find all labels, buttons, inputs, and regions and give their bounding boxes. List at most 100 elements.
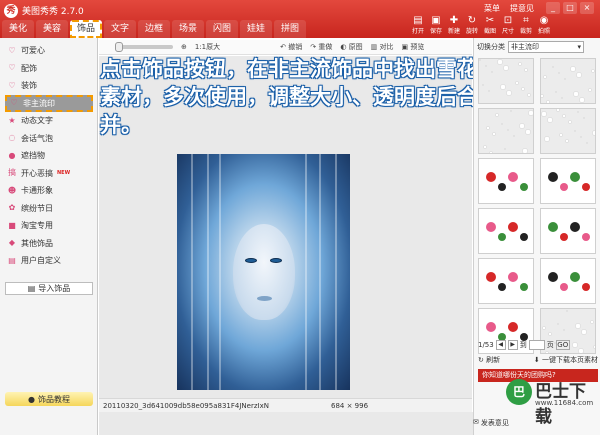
sparkle-thumb[interactable]	[540, 258, 596, 304]
page-number-input[interactable]	[528, 340, 545, 350]
feedback-link[interactable]: 提意见	[510, 3, 534, 14]
toolbar-button-2[interactable]: ✚ 新建	[446, 14, 462, 38]
image-size: 684 × 996	[331, 402, 369, 410]
prev-page-button[interactable]: ◀	[495, 340, 506, 350]
category-select-value: 非主流印	[511, 43, 539, 51]
category-switcher: 切换分类 非主流印 ▾	[477, 41, 584, 53]
kiss-sticker-thumb[interactable]	[478, 158, 534, 204]
sidebar-item-8[interactable]: ☻ 卡通形象	[5, 182, 93, 200]
zoom-in-icon[interactable]: ⊕	[181, 43, 187, 51]
undo-button[interactable]: ↶ 撤销	[280, 42, 302, 52]
watermark-logo-icon: 巴	[506, 379, 532, 405]
love-sign-thumb[interactable]	[478, 208, 534, 254]
import-decoration-button[interactable]: ▤ 导入饰品	[5, 282, 93, 295]
toolbar-label: 截图	[483, 28, 496, 35]
refresh-label: 刷新	[486, 356, 501, 364]
resize-icon: ⊡	[503, 15, 513, 26]
snowflake-thumb-4[interactable]	[540, 108, 596, 154]
tab-1[interactable]: 美容	[36, 20, 68, 38]
close-button[interactable]: ×	[580, 2, 594, 14]
preview-button[interactable]: ▣ 预览	[402, 42, 425, 52]
window-controls: _ □ ×	[546, 2, 594, 14]
right-eye	[270, 258, 282, 263]
compare-button[interactable]: ▥ 对比	[371, 42, 394, 52]
menu-button[interactable]: 菜单	[484, 3, 500, 14]
page-suffix: 页	[546, 341, 554, 349]
toolbar-button-7[interactable]: ◉ 拍照	[536, 14, 552, 38]
feedback-link-bottom[interactable]: ✉ 发表意见	[473, 418, 509, 428]
toolbar-button-5[interactable]: ⊡ 尺寸	[500, 14, 516, 38]
redo-button[interactable]: ↷ 重做	[310, 42, 332, 52]
toolbar-button-0[interactable]: ▤ 打开	[410, 14, 426, 38]
sidebar-item-12[interactable]: ▤ 用户自定义	[5, 252, 93, 270]
hearts-thumb[interactable]	[478, 258, 534, 304]
sidebar-item-label: 可爱心	[21, 46, 45, 56]
toolbar-label: 新建	[447, 28, 460, 35]
tab-7[interactable]: 娃娃	[240, 20, 272, 38]
couple-sticker-thumb[interactable]	[540, 158, 596, 204]
goto-label: 到	[519, 341, 527, 349]
toolbar-button-4[interactable]: ✂ 截图	[482, 14, 498, 38]
sidebar-item-7[interactable]: 搞开心恶搞 NEW	[5, 165, 93, 183]
minimize-button[interactable]: _	[546, 2, 560, 14]
sidebar-item-11[interactable]: ◆ 其他饰品	[5, 235, 93, 253]
feedback-icon: ✉	[473, 418, 479, 426]
snowflake-thumb-2[interactable]	[540, 58, 596, 104]
toolbar-label: 拍照	[537, 28, 550, 35]
snowflake-thumb-1[interactable]	[478, 58, 534, 104]
sidebar-item-4[interactable]: ★ 动态文字	[5, 112, 93, 130]
import-label: 导入饰品	[38, 284, 71, 293]
sidebar-item-6[interactable]: ● 遮挡物	[5, 147, 93, 165]
zoom-slider-handle[interactable]	[115, 42, 123, 52]
sidebar-item-0[interactable]: ♡ 可爱心	[5, 42, 93, 60]
sidebar-item-2[interactable]: ♡ 装饰	[5, 77, 93, 95]
left-eye	[245, 258, 257, 263]
umbrella-thumb[interactable]	[540, 208, 596, 254]
decoration-tutorial-button[interactable]: ● 饰品教程	[5, 392, 93, 406]
tab-5[interactable]: 场景	[172, 20, 204, 38]
category-list: ♡ 可爱心 ♡ 配饰 ♡ 装饰 ♡ 非主流印 ★ 动态文字 ◌ 会话气泡 ● 遮挡物搞开心恶搞 NEW ☻ 卡通…	[5, 42, 93, 270]
toolbar-button-6[interactable]: ⌗ 裁剪	[518, 14, 534, 38]
next-page-button[interactable]: ▶	[507, 340, 518, 350]
zoom-slider[interactable]	[115, 42, 173, 52]
toolbar-button-3[interactable]: ↻ 旋转	[464, 14, 480, 38]
sidebar-item-label: 会话气泡	[21, 133, 53, 143]
main-tabs: 美化 美容 饰品 文字 边框 场景 闪图 娃娃 拼图	[2, 18, 306, 38]
go-button[interactable]: GO	[555, 340, 570, 350]
download-page-button[interactable]: ⬇ 一键下载本页素材	[534, 355, 598, 365]
camera-icon: ◉	[539, 15, 549, 26]
original-button[interactable]: ◐ 原图	[340, 42, 362, 52]
tab-8[interactable]: 拼图	[274, 20, 306, 38]
toolbar-button-1[interactable]: ▣ 保存	[428, 14, 444, 38]
tab-4[interactable]: 边框	[138, 20, 170, 38]
app-logo-icon: 秀	[4, 4, 18, 18]
sidebar-item-1[interactable]: ♡ 配饰	[5, 60, 93, 78]
pager: 1/53 ◀ ▶ 到 页 GO	[478, 340, 598, 350]
heart-icon: ♡	[8, 45, 16, 55]
folder-icon: ▤	[413, 15, 423, 26]
tab-2[interactable]: 饰品	[70, 20, 102, 38]
taobao-icon: ■	[8, 220, 16, 230]
user-icon: ▤	[8, 255, 16, 265]
feedback-bottom-label: 发表意见	[480, 419, 509, 427]
edited-photo[interactable]	[177, 154, 350, 390]
refresh-button[interactable]: ↻ 刷新	[478, 355, 500, 365]
text-icon: ★	[8, 115, 16, 125]
sidebar-item-label: 淘宝专用	[21, 221, 53, 231]
snowflake-thumb-3[interactable]	[478, 108, 534, 154]
maximize-button[interactable]: □	[563, 2, 577, 14]
tab-0[interactable]: 美化	[2, 20, 34, 38]
tab-6[interactable]: 闪图	[206, 20, 238, 38]
sidebar-item-3[interactable]: ♡ 非主流印	[5, 94, 93, 112]
category-select[interactable]: 非主流印 ▾	[508, 41, 584, 53]
toolbar-label: 旋转	[465, 28, 478, 35]
toolbar-label: 尺寸	[501, 28, 514, 35]
tab-3[interactable]: 文字	[104, 20, 136, 38]
site-watermark: 巴 巴士下载 www.11684.com	[506, 377, 598, 427]
sidebar-item-10[interactable]: ■ 淘宝专用	[5, 217, 93, 235]
save-icon: ▣	[431, 15, 441, 26]
sidebar-item-9[interactable]: ✿ 缤纷节日	[5, 200, 93, 218]
download-label: 一键下载本页素材	[542, 356, 598, 364]
actual-size-button[interactable]: 1:1原大	[195, 42, 220, 52]
sidebar-item-5[interactable]: ◌ 会话气泡	[5, 130, 93, 148]
